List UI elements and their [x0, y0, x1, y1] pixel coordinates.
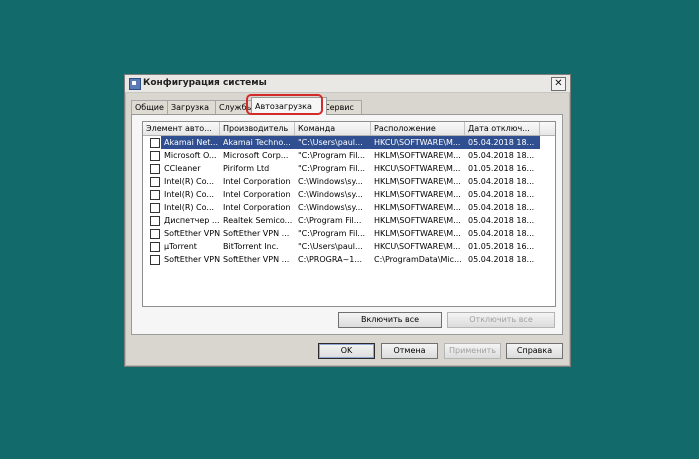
- cell-manufacturer: Piriform Ltd: [223, 164, 270, 173]
- startup-item-checkbox[interactable]: [150, 216, 160, 226]
- cell-date-disabled: 05.04.2018 18...: [468, 151, 535, 160]
- startup-item-checkbox[interactable]: [150, 164, 160, 174]
- cancel-button[interactable]: Отмена: [381, 343, 438, 359]
- cell-item: SoftEther VPN: [164, 229, 220, 238]
- table-row[interactable]: CCleaner Piriform Ltd "C:\Program Fil... HK…: [143, 162, 555, 175]
- table-row[interactable]: SoftEther VPN SoftEther VPN ... C:\PROGRA~…: [143, 253, 555, 266]
- cell-manufacturer: Intel Corporation: [223, 177, 291, 186]
- table-row[interactable]: SoftEther VPN SoftEther VPN ... "C:\Progra…: [143, 227, 555, 240]
- cell-location: HKLM\SOFTWARE\M...: [374, 229, 461, 238]
- cell-location: HKCU\SOFTWARE\M...: [374, 242, 461, 251]
- cell-location: HKLM\SOFTWARE\M...: [374, 203, 461, 212]
- cell-date-disabled: 01.05.2018 16...: [468, 242, 535, 251]
- cell-manufacturer: SoftEther VPN ...: [223, 229, 290, 238]
- cell-date-disabled: 05.04.2018 18...: [468, 216, 535, 225]
- column-header-manufacturer[interactable]: Производитель: [220, 122, 295, 135]
- cell-location: HKLM\SOFTWARE\M...: [374, 190, 461, 199]
- cell-item: CCleaner: [164, 164, 201, 173]
- cell-date-disabled: 01.05.2018 16...: [468, 164, 535, 173]
- table-row[interactable]: µTorrent BitTorrent Inc. "C:\Users\paul...…: [143, 240, 555, 253]
- cell-command: "C:\Program Fil...: [298, 151, 366, 160]
- cell-location: HKLM\SOFTWARE\M...: [374, 151, 461, 160]
- apply-button[interactable]: Применить: [444, 343, 501, 359]
- window-title: Конфигурация системы: [143, 78, 267, 88]
- cell-command: C:\Program Fil...: [298, 216, 362, 225]
- cell-manufacturer: Intel Corporation: [223, 190, 291, 199]
- cell-manufacturer: Realtek Semico...: [223, 216, 293, 225]
- cell-item: Akamai Net...: [161, 136, 220, 149]
- cell-date-disabled: 05.04.2018 18...: [465, 136, 540, 149]
- cell-manufacturer: BitTorrent Inc.: [223, 242, 279, 251]
- ok-button[interactable]: OK: [318, 343, 375, 359]
- column-header-location[interactable]: Расположение: [371, 122, 465, 135]
- column-header-item[interactable]: Элемент авто...: [143, 122, 220, 135]
- cell-item: SoftEther VPN: [164, 255, 220, 264]
- cell-command: "C:\Program Fil...: [298, 164, 366, 173]
- disable-all-button[interactable]: Отключить все: [447, 312, 555, 328]
- tab-general[interactable]: Общие: [131, 100, 169, 114]
- cell-item: Microsoft O...: [164, 151, 217, 160]
- cell-date-disabled: 05.04.2018 18...: [468, 177, 535, 186]
- cell-location: HKLM\SOFTWARE\M...: [374, 216, 461, 225]
- column-header-command[interactable]: Команда: [295, 122, 371, 135]
- table-row[interactable]: Диспетчер ... Realtek Semico... C:\Program…: [143, 214, 555, 227]
- cell-date-disabled: 05.04.2018 18...: [468, 203, 535, 212]
- column-header-date-disabled[interactable]: Дата отключ...: [465, 122, 540, 135]
- startup-item-checkbox[interactable]: [150, 255, 160, 265]
- startup-item-checkbox[interactable]: [150, 138, 160, 148]
- cell-command: "C:\Users\paul...: [298, 242, 363, 251]
- table-row[interactable]: Intel(R) Co... Intel Corporation C:\Window…: [143, 201, 555, 214]
- startup-item-checkbox[interactable]: [150, 177, 160, 187]
- startup-item-checkbox[interactable]: [150, 242, 160, 252]
- cell-manufacturer: SoftEther VPN ...: [223, 255, 290, 264]
- close-button[interactable]: ✕: [551, 77, 566, 91]
- startup-tab-panel: Элемент авто... Производитель Команда Ра…: [131, 114, 563, 335]
- startup-items-list[interactable]: Элемент авто... Производитель Команда Ра…: [142, 121, 556, 307]
- table-row[interactable]: Intel(R) Co... Intel Corporation C:\Window…: [143, 188, 555, 201]
- startup-tab-highlight-annotation: [246, 94, 323, 115]
- cell-item: µTorrent: [164, 242, 197, 251]
- startup-item-checkbox[interactable]: [150, 203, 160, 213]
- startup-item-checkbox[interactable]: [150, 151, 160, 161]
- cell-item: Диспетчер ...: [164, 216, 220, 225]
- cell-location: HKCU\SOFTWARE\M...: [374, 164, 461, 173]
- table-row[interactable]: Intel(R) Co... Intel Corporation C:\Window…: [143, 175, 555, 188]
- cell-manufacturer: Intel Corporation: [223, 203, 291, 212]
- cell-manufacturer: Akamai Techno...: [220, 136, 295, 149]
- cell-command: "C:\Program Fil...: [298, 229, 366, 238]
- cell-command: C:\PROGRA~1...: [298, 255, 362, 264]
- cell-item: Intel(R) Co...: [164, 190, 215, 199]
- cell-date-disabled: 05.04.2018 18...: [468, 190, 535, 199]
- cell-manufacturer: Microsoft Corp...: [223, 151, 289, 160]
- system-config-window: Конфигурация системы ✕ Общие Загрузка Сл…: [124, 74, 571, 367]
- cell-command: C:\Windows\sy...: [298, 203, 363, 212]
- cell-command: C:\Windows\sy...: [298, 190, 363, 199]
- cell-command: C:\Windows\sy...: [298, 177, 363, 186]
- cell-location: HKCU\SOFTWARE\M...: [371, 136, 465, 149]
- startup-item-checkbox[interactable]: [150, 229, 160, 239]
- help-button[interactable]: Справка: [506, 343, 563, 359]
- enable-all-button[interactable]: Включить все: [338, 312, 442, 328]
- tab-boot[interactable]: Загрузка: [167, 100, 217, 114]
- tab-strip: Общие Загрузка Службы Автозагрузка Серви…: [131, 97, 561, 115]
- title-bar[interactable]: Конфигурация системы ✕: [125, 75, 570, 93]
- startup-item-checkbox[interactable]: [150, 190, 160, 200]
- table-row[interactable]: Akamai Net... Akamai Techno... "C:\Users\p…: [143, 136, 555, 149]
- cell-location: HKLM\SOFTWARE\M...: [374, 177, 461, 186]
- cell-item: Intel(R) Co...: [164, 203, 215, 212]
- list-header: Элемент авто... Производитель Команда Ра…: [143, 122, 555, 136]
- msconfig-app-icon: [129, 78, 141, 90]
- cell-item: Intel(R) Co...: [164, 177, 215, 186]
- cell-date-disabled: 05.04.2018 18...: [468, 255, 535, 264]
- table-row[interactable]: Microsoft O... Microsoft Corp... "C:\Progr…: [143, 149, 555, 162]
- cell-location: C:\ProgramData\Mic...: [374, 255, 462, 264]
- cell-date-disabled: 05.04.2018 18...: [468, 229, 535, 238]
- cell-command: "C:\Users\paul...: [295, 136, 371, 149]
